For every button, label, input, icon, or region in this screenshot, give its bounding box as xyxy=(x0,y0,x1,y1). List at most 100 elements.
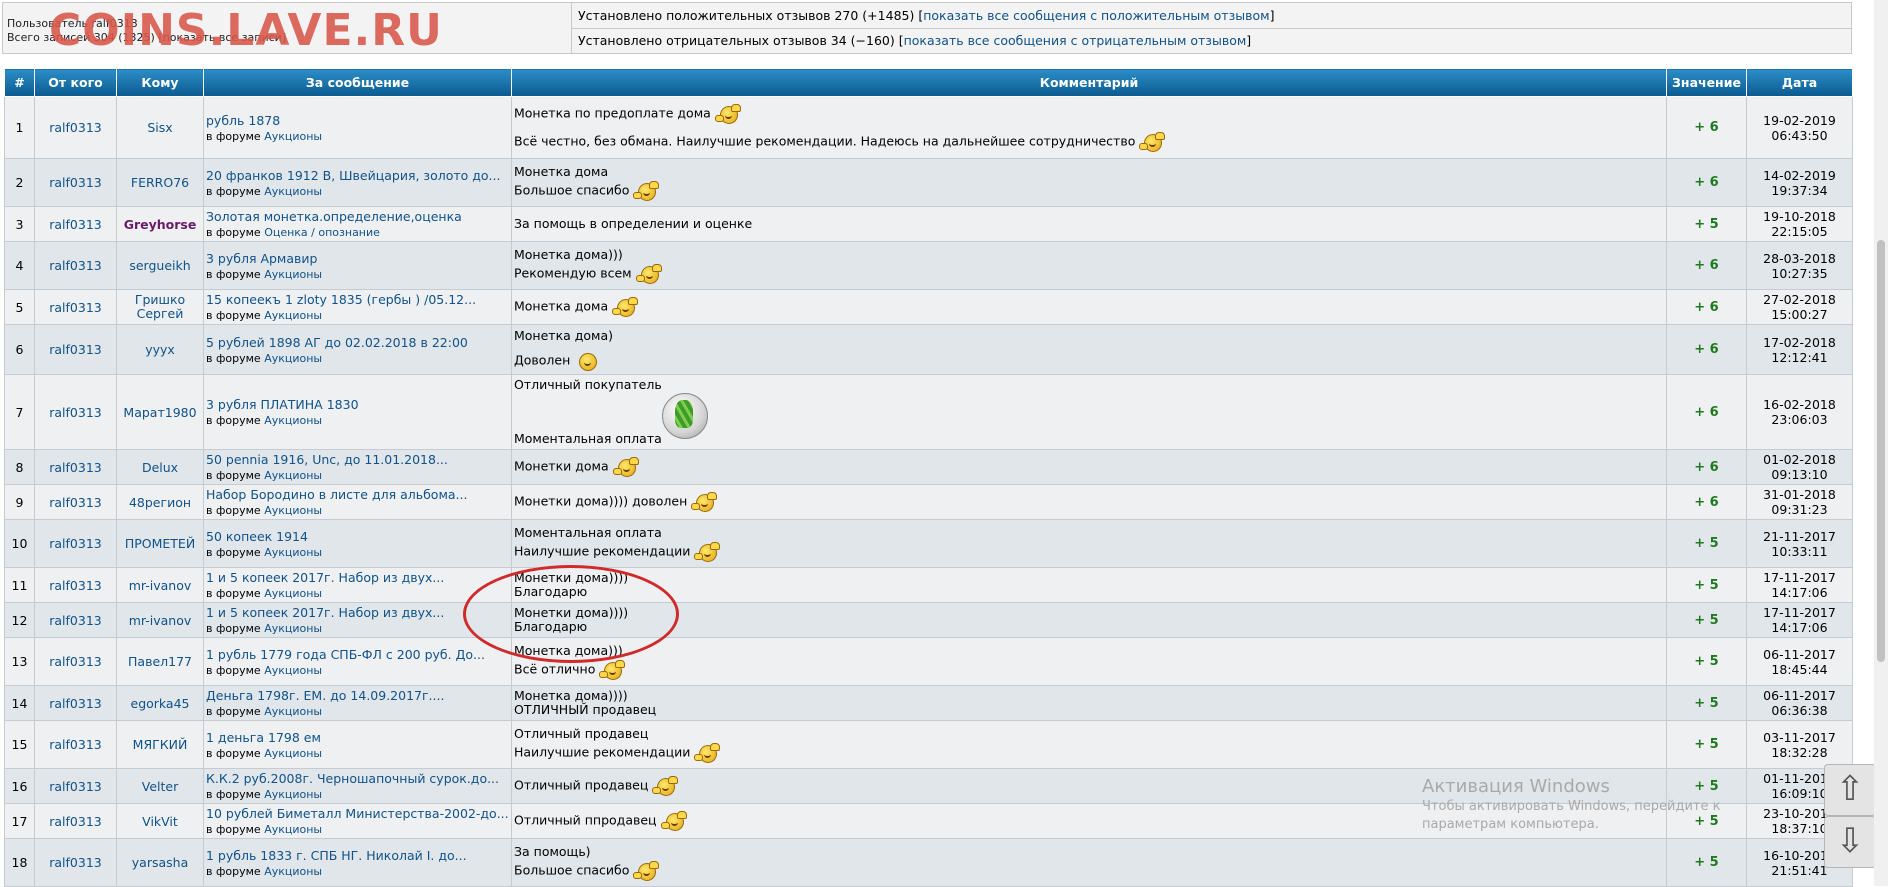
table-row: 10 ralf0313 ПРОМЕТЕЙ 50 копеек 1914 в фо… xyxy=(4,519,1853,568)
post-title-link[interactable]: 50 pennia 1916, Unc, до 11.01.2018... xyxy=(206,452,509,467)
forum-link[interactable]: Аукционы xyxy=(264,414,322,427)
forum-link[interactable]: Аукционы xyxy=(264,130,322,143)
from-user-link[interactable]: ralf0313 xyxy=(34,241,117,290)
value-cell: + 5 xyxy=(1666,720,1747,769)
to-user-link[interactable]: Гришко Сергей xyxy=(116,289,204,325)
from-user-link[interactable]: ralf0313 xyxy=(34,324,117,375)
post-title-link[interactable]: 3 рубля ПЛАТИНА 1830 xyxy=(206,397,509,412)
down-arrow-icon[interactable]: ⇩ xyxy=(1824,816,1876,868)
to-user-link[interactable]: FERRO76 xyxy=(116,158,204,207)
col-header-post[interactable]: За сообщение xyxy=(203,68,512,97)
post-title-link[interactable]: 50 копеек 1914 xyxy=(206,529,509,544)
from-user-link[interactable]: ralf0313 xyxy=(34,449,117,485)
post-title-link[interactable]: 3 рубля Армавир xyxy=(206,251,509,266)
row-number: 3 xyxy=(4,206,35,242)
post-title-link[interactable]: 1 рубль 1779 года СПБ-ФЛ с 200 руб. До..… xyxy=(206,647,509,662)
forum-link[interactable]: Аукционы xyxy=(264,788,322,801)
forum-link[interactable]: Аукционы xyxy=(264,587,322,600)
to-user-link[interactable]: 48регион xyxy=(116,484,204,520)
forum-link[interactable]: Аукционы xyxy=(264,546,322,559)
from-user-link[interactable]: ralf0313 xyxy=(34,206,117,242)
forum-link[interactable]: Аукционы xyxy=(264,352,322,365)
post-title-link[interactable]: 10 рублей Биметалл Министерства-2002-до.… xyxy=(206,806,509,821)
post-title-link[interactable]: 20 франков 1912 В, Швейцария, золото до.… xyxy=(206,168,509,183)
col-header-to[interactable]: Кому xyxy=(116,68,204,97)
page-scrollbar[interactable] xyxy=(1874,0,1888,886)
from-user-link[interactable]: ralf0313 xyxy=(34,484,117,520)
table-row: 18 ralf0313 yarsasha 1 рубль 1833 г. СПБ… xyxy=(4,838,1853,887)
comment-line: Благодарю xyxy=(514,584,588,599)
forum-link[interactable]: Аукционы xyxy=(264,747,322,760)
comment-cell: Отличный продавец Наилучшие рекомендации xyxy=(511,720,1667,769)
row-number: 5 xyxy=(4,289,35,325)
post-cell: 3 рубля Армавир в форуме Аукционы xyxy=(203,241,512,290)
forum-link[interactable]: Аукционы xyxy=(264,469,322,482)
post-title-link[interactable]: Деньга 1798г. ЕМ. до 14.09.2017г.... xyxy=(206,688,509,703)
col-header-num[interactable]: # xyxy=(4,68,35,97)
from-user-link[interactable]: ralf0313 xyxy=(34,374,117,450)
smiley-icon xyxy=(612,456,639,478)
forum-link[interactable]: Аукционы xyxy=(264,504,322,517)
table-row: 12 ralf0313 mr-ivanov 1 и 5 копеек 2017г… xyxy=(4,602,1853,638)
to-user-link[interactable]: mr-ivanov xyxy=(116,567,204,603)
post-title-link[interactable]: 1 и 5 копеек 2017г. Набор из двух... xyxy=(206,570,509,585)
forum-line: в форуме Аукционы xyxy=(206,864,323,878)
forum-link[interactable]: Аукционы xyxy=(264,309,322,322)
forum-link[interactable]: Оценка / опознание xyxy=(264,226,380,239)
to-user-link[interactable]: sergueikh xyxy=(116,241,204,290)
from-user-link[interactable]: ralf0313 xyxy=(34,289,117,325)
forum-link[interactable]: Аукционы xyxy=(264,185,322,198)
up-arrow-icon[interactable]: ⇧ xyxy=(1824,764,1876,816)
to-user-link[interactable]: mr-ivanov xyxy=(116,602,204,638)
forum-link[interactable]: Аукционы xyxy=(264,705,322,718)
from-user-link[interactable]: ralf0313 xyxy=(34,567,117,603)
from-user-link[interactable]: ralf0313 xyxy=(34,685,117,721)
forum-link[interactable]: Аукционы xyxy=(264,622,322,635)
value-cell: + 6 xyxy=(1666,484,1747,520)
to-user-link[interactable]: Greyhorse xyxy=(116,206,204,242)
forum-link[interactable]: Аукционы xyxy=(264,865,322,878)
post-title-link[interactable]: 15 копеекъ 1 zloty 1835 (гербы ) /05.12.… xyxy=(206,292,509,307)
from-user-link[interactable]: ralf0313 xyxy=(34,602,117,638)
thumbs-up-badge-icon xyxy=(662,393,708,439)
to-user-link[interactable]: yyyx xyxy=(116,324,204,375)
from-user-link[interactable]: ralf0313 xyxy=(34,96,117,159)
comment-line: Благодарю xyxy=(514,619,588,634)
to-user-link[interactable]: МЯГКИЙ xyxy=(116,720,204,769)
post-title-link[interactable]: Набор Бородино в листе для альбома... xyxy=(206,487,509,502)
to-user-link[interactable]: Delux xyxy=(116,449,204,485)
show-negative-link[interactable]: показать все сообщения с отрицательным о… xyxy=(904,33,1247,48)
from-user-link[interactable]: ralf0313 xyxy=(34,158,117,207)
from-user-link[interactable]: ralf0313 xyxy=(34,519,117,568)
post-title-link[interactable]: К.К.2 руб.2008г. Черношапочный сурок.до.… xyxy=(206,771,509,786)
col-header-comment[interactable]: Комментарий xyxy=(511,68,1667,97)
from-user-link[interactable]: ralf0313 xyxy=(34,838,117,887)
to-user-link[interactable]: egorka45 xyxy=(116,685,204,721)
post-title-link[interactable]: 5 рублей 1898 АГ до 02.02.2018 в 22:00 xyxy=(206,335,509,350)
to-user-link[interactable]: VikVit xyxy=(116,803,204,839)
to-user-link[interactable]: ПРОМЕТЕЙ xyxy=(116,519,204,568)
forum-link[interactable]: Аукционы xyxy=(264,268,322,281)
post-title-link[interactable]: 1 деньга 1798 ем xyxy=(206,730,509,745)
forum-link[interactable]: Аукционы xyxy=(264,823,322,836)
comment-line: Всё отлично xyxy=(514,659,1664,681)
post-title-link[interactable]: Золотая монетка.определение,оценка xyxy=(206,209,509,224)
col-header-date[interactable]: Дата xyxy=(1746,68,1853,97)
scrollbar-thumb[interactable] xyxy=(1877,240,1885,662)
value-cell: + 6 xyxy=(1666,289,1747,325)
show-positive-link[interactable]: показать все сообщения с положительным о… xyxy=(923,8,1269,23)
to-user-link[interactable]: Sisx xyxy=(116,96,204,159)
from-user-link[interactable]: ralf0313 xyxy=(34,720,117,769)
forum-link[interactable]: Аукционы xyxy=(264,664,322,677)
to-user-link[interactable]: Павел177 xyxy=(116,637,204,686)
to-user-link[interactable]: Марат1980 xyxy=(116,374,204,450)
from-user-link[interactable]: ralf0313 xyxy=(34,803,117,839)
to-user-link[interactable]: Velter xyxy=(116,768,204,804)
post-title-link[interactable]: рубль 1878 xyxy=(206,113,509,128)
col-header-from[interactable]: От кого xyxy=(34,68,117,97)
from-user-link[interactable]: ralf0313 xyxy=(34,637,117,686)
from-user-link[interactable]: ralf0313 xyxy=(34,768,117,804)
post-title-link[interactable]: 1 рубль 1833 г. СПБ НГ. Николай I. до... xyxy=(206,848,509,863)
col-header-value[interactable]: Значение xyxy=(1666,68,1747,97)
to-user-link[interactable]: yarsasha xyxy=(116,838,204,887)
